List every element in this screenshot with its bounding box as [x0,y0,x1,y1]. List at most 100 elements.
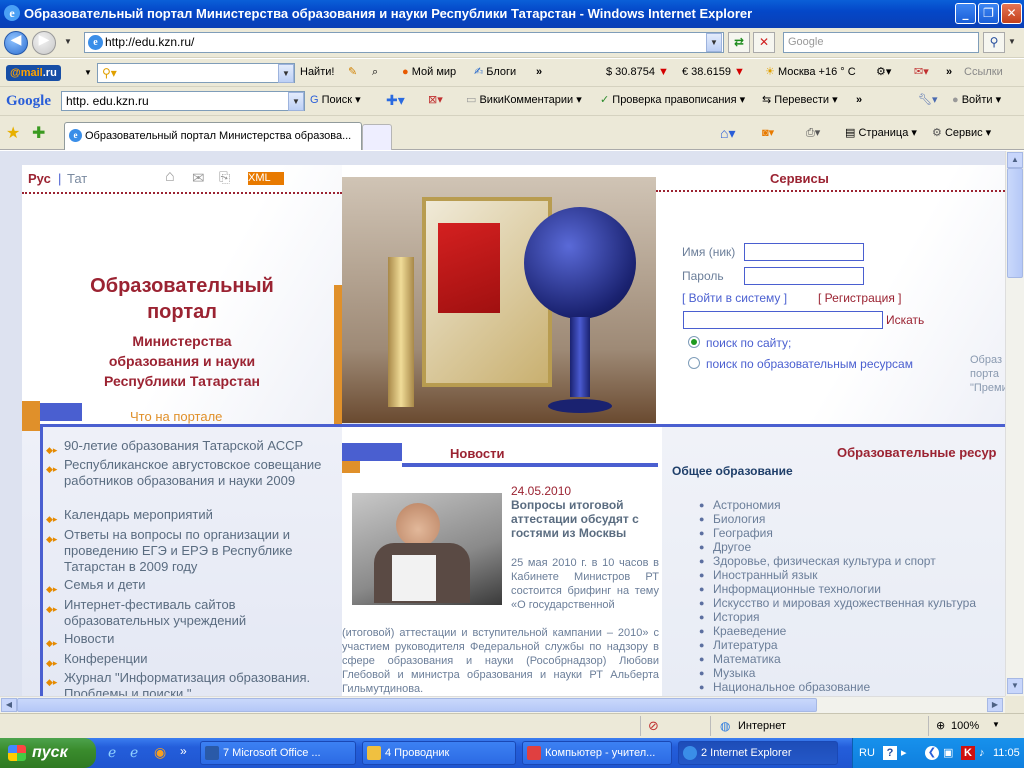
google-search-button[interactable]: G Поиск ▾ [310,87,361,114]
print-icon[interactable]: ⎙▾ [806,120,820,147]
toolbar-overflow-chevron-2[interactable]: » [946,59,952,86]
menu-item[interactable]: ◆▸ Календарь мероприятий [40,507,335,524]
radio-site[interactable] [688,336,700,348]
sitemap-icon[interactable]: ⎘ [219,169,230,186]
radio-edu-label[interactable]: поиск по образовательным ресурсам [706,357,913,371]
tray-chevron[interactable]: ▸ [901,738,907,768]
google-search-input[interactable]: http. edu.kzn.ru [61,91,305,111]
address-bar[interactable]: e http://edu.kzn.ru/ [84,32,724,53]
magnifier-icon[interactable]: ⌕ [372,59,378,86]
register-link[interactable]: [ Регистрация ] [818,291,901,305]
service-menu[interactable]: ⚙ Сервис ▾ [932,120,991,147]
forward-button[interactable]: ▶ [32,31,56,55]
history-dropdown[interactable]: ▼ [60,33,76,52]
lang-ru[interactable]: Рус [28,171,51,186]
mailru-dropdown[interactable]: ▼ [84,59,92,86]
subject-link[interactable]: ● Литература [699,638,778,652]
plus-icon[interactable]: ✚▾ [386,87,405,114]
links-label[interactable]: Ссылки [964,59,1003,86]
subject-link[interactable]: ● История [699,610,760,624]
quicklaunch-chevron[interactable]: » [180,744,187,758]
zoom-dropdown[interactable]: ▼ [992,720,1000,729]
tab-active[interactable]: e Образовательный портал Министерства об… [64,122,362,150]
refresh-icon[interactable]: ⇄ [728,32,750,53]
rss-icon[interactable]: ◙▾ [762,120,774,147]
popup-blocked-icon[interactable]: ⊘ [648,718,659,734]
search-dropdown[interactable]: ▼ [1004,33,1020,52]
google-login-button[interactable]: ● Войти ▾ [952,87,1001,114]
page-menu[interactable]: ▤ Страница ▾ [845,120,917,147]
address-dropdown[interactable]: ▼ [706,33,722,52]
vertical-scrollbar[interactable]: ▲ ▼ [1005,151,1024,696]
chrome-quicklaunch-icon[interactable]: ◉ [154,744,166,761]
horizontal-scroll-thumb[interactable] [17,698,817,712]
radio-edu[interactable] [688,357,700,369]
login-input[interactable] [744,243,864,261]
task-office[interactable]: 7 Microsoft Office ... [200,741,356,765]
site-search-input[interactable] [683,311,883,329]
zoom-level[interactable]: 100% [951,720,979,732]
general-edu-heading[interactable]: Общее образование [672,464,793,478]
wrench-icon[interactable]: 🔧︎▾ [918,87,938,114]
subject-link[interactable]: ● Музыка [699,666,755,680]
menu-item[interactable]: ◆▸ Журнал "Информатизация образования. Пр… [40,670,335,696]
new-tab-button[interactable] [362,124,392,150]
weather-button[interactable]: ☀ Москва +16 ° С [765,59,856,86]
news-headline[interactable]: Вопросы итоговой аттестации обсудят с го… [511,498,651,540]
subject-link[interactable]: ● Информационные технологии [699,582,881,596]
zone-label[interactable]: Интернет [738,720,786,732]
stop-icon[interactable]: ✕ [753,32,775,53]
favorites-star-icon[interactable]: ★ [6,120,20,147]
radio-site-label[interactable]: поиск по сайту; [706,336,791,350]
vertical-scroll-thumb[interactable] [1007,168,1023,278]
task-computer[interactable]: Компьютер - учител... [522,741,672,765]
maximize-button[interactable]: ❐ [978,3,999,24]
scroll-left-arrow[interactable]: ◀ [1,698,17,712]
menu-item[interactable]: ◆▸ Конференции [40,651,335,668]
scroll-right-arrow[interactable]: ▶ [987,698,1003,712]
search-icon[interactable]: ⚲ [983,32,1005,53]
scroll-down-arrow[interactable]: ▼ [1007,678,1023,694]
home-site-icon[interactable]: ⌂ [165,168,175,186]
language-indicator[interactable]: RU [859,738,875,768]
mail-search-dropdown[interactable]: ▼ [278,64,294,83]
subject-link[interactable]: ● Астрономия [699,498,781,512]
password-input[interactable] [744,267,864,285]
pencil-icon[interactable]: ✎ [348,59,357,86]
mailru-logo[interactable]: @mail.ru [6,65,61,81]
find-button[interactable]: Найти! [300,59,334,86]
translate-button[interactable]: ⇆ Перевести ▾ [762,87,838,114]
subject-link[interactable]: ● Биология [699,512,765,526]
menu-item[interactable]: ◆▸ Новости [40,631,335,648]
back-tray-icon[interactable]: ❮ [925,746,939,760]
subject-link[interactable]: ● Национальное образование [699,680,870,694]
antivirus-icon[interactable]: K [961,746,975,760]
news-photo[interactable] [352,493,502,605]
subject-link[interactable]: ● Искусство и мировая художественная куль… [699,596,976,610]
spellcheck-button[interactable]: ✓ Проверка правописания ▾ [600,87,745,114]
menu-item[interactable]: ◆▸ 90-летие образования Татарской АССР [40,438,335,455]
ie-quicklaunch-icon[interactable]: ℯ [108,744,116,761]
blogi-button[interactable]: ✍ Блоги [474,59,516,86]
clock[interactable]: 11:05 [993,738,1020,768]
scroll-up-arrow[interactable]: ▲ [1007,152,1023,168]
add-favorites-icon[interactable]: ✚ [32,120,45,147]
menu-item[interactable]: ◆▸ Интернет-фестиваль сайтов образователь… [40,597,335,629]
site-search-button[interactable]: Искать [886,313,924,327]
google-logo[interactable]: Google [6,91,51,111]
popup-blocker-icon[interactable]: ⊠▾ [428,87,443,114]
moy-mir-button[interactable]: ● Мой мир [402,59,456,86]
google-toolbar-chevron[interactable]: » [856,87,862,114]
toolbar-overflow-chevron[interactable]: » [536,59,542,86]
back-button[interactable]: ◀ [4,31,28,55]
eur-rate[interactable]: € 38.6159 ▼ [682,59,745,86]
ie2-quicklaunch-icon[interactable]: ℯ [130,744,138,761]
subject-link[interactable]: ● Математика [699,652,781,666]
volume-icon[interactable]: ♪ [979,738,985,768]
close-button[interactable]: ✕ [1001,3,1022,24]
menu-item[interactable]: ◆▸ Республиканское августовское совещание… [40,457,335,489]
help-icon[interactable]: ? [883,746,897,760]
subject-link[interactable]: ● Краеведение [699,624,786,638]
usd-rate[interactable]: $ 30.8754 ▼ [606,59,669,86]
mail-site-icon[interactable]: ✉ [192,169,205,187]
